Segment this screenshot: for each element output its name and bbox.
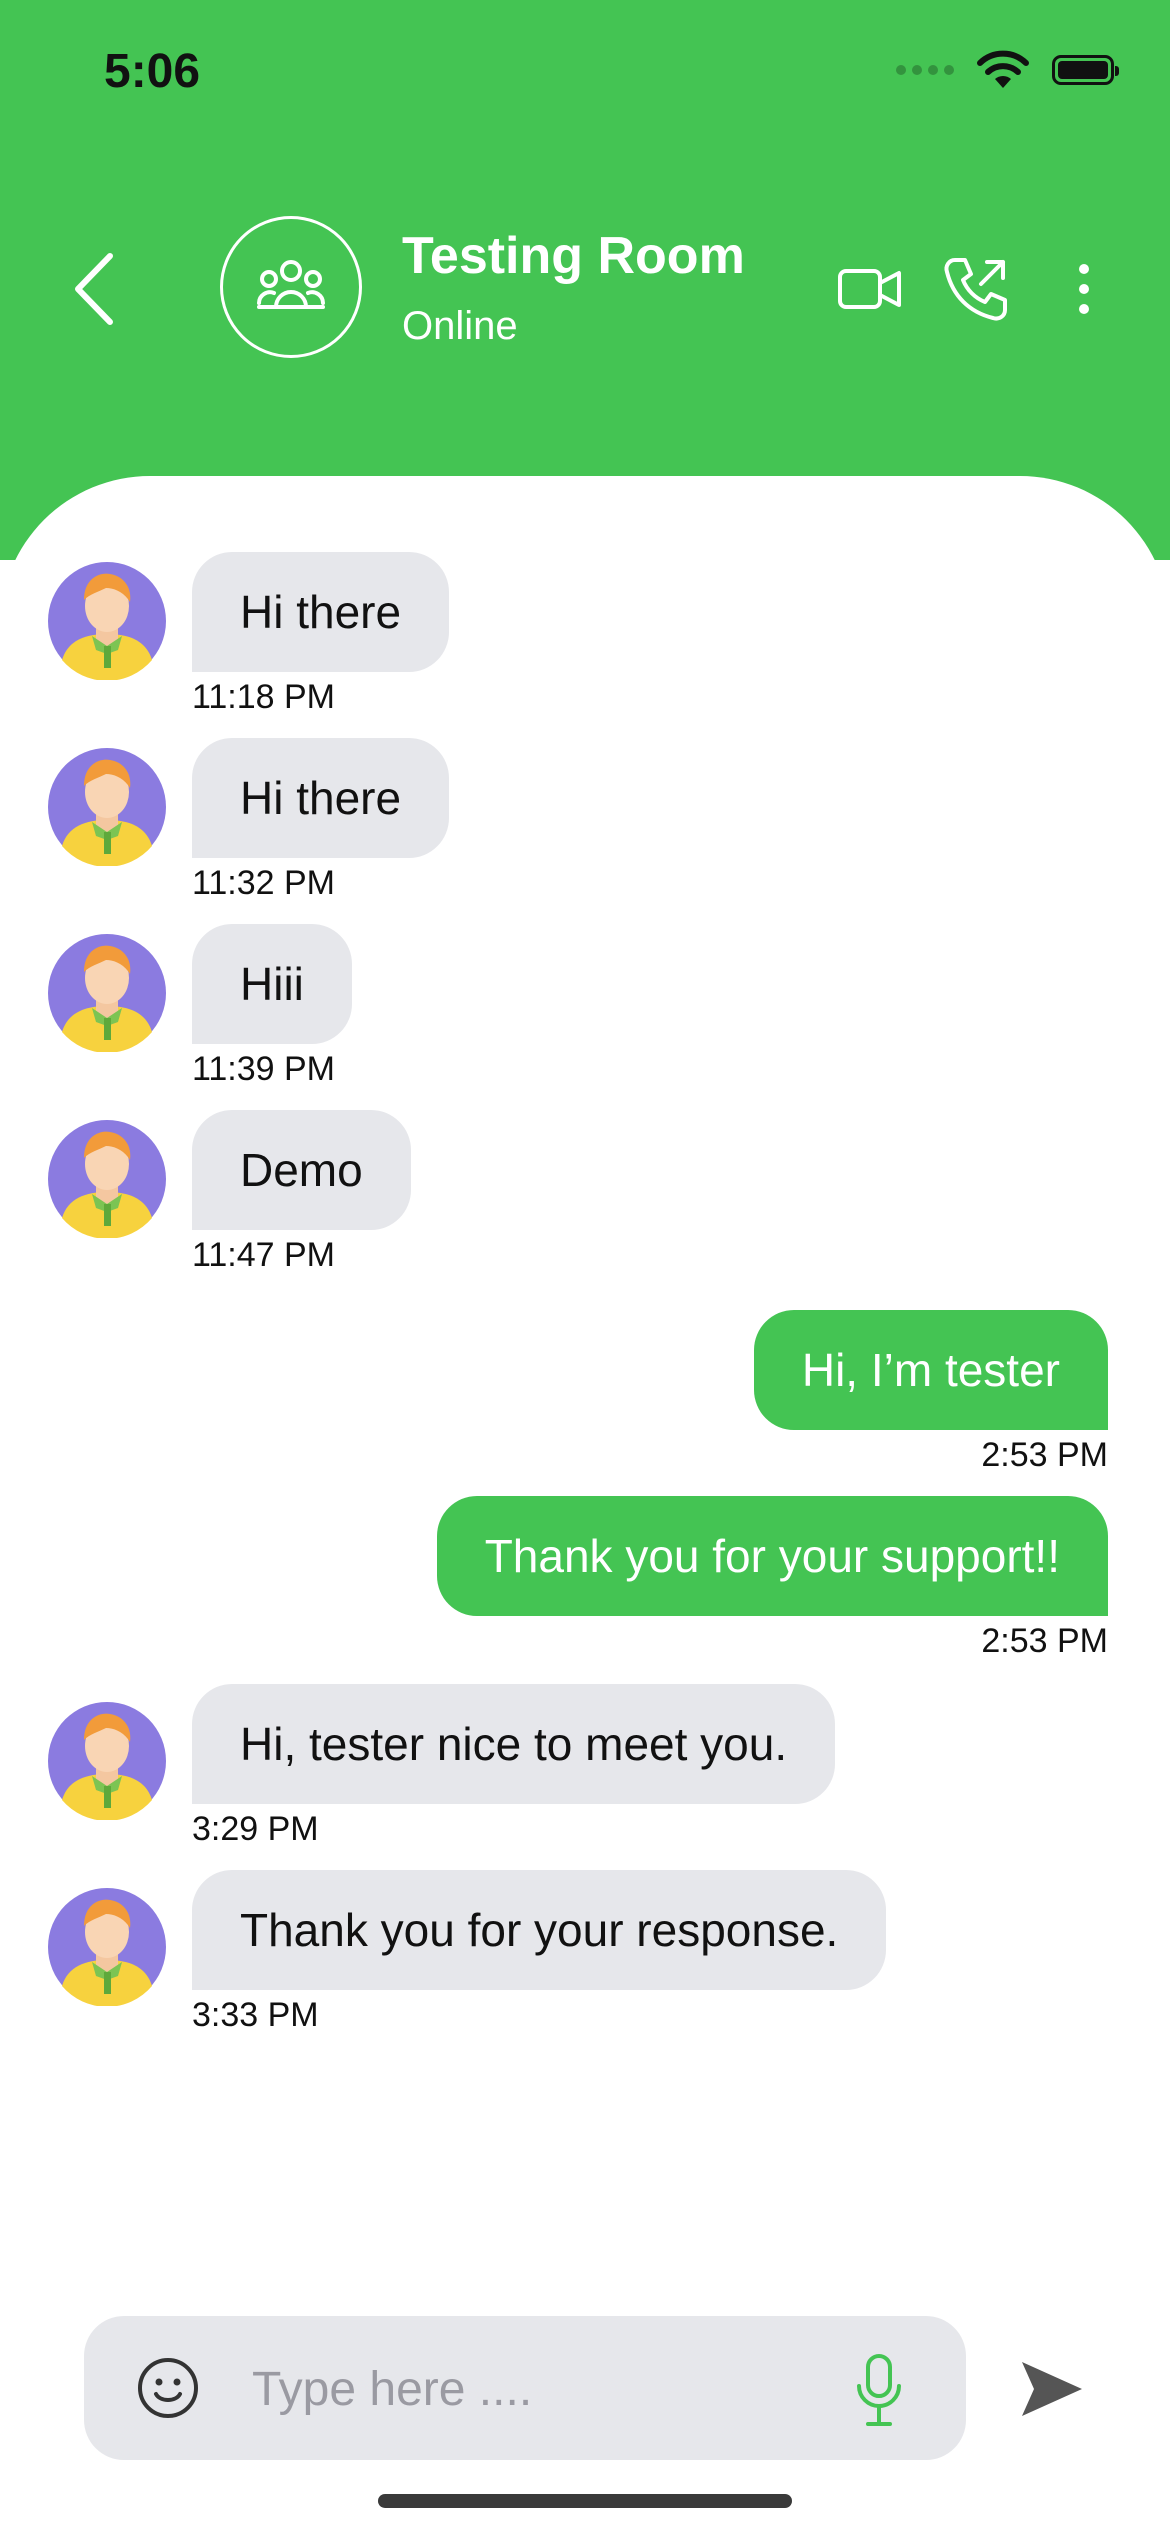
message-time: 2:53 PM: [981, 1622, 1108, 1660]
user-avatar-icon: [48, 1120, 166, 1238]
message-bubble[interactable]: Hi there: [192, 552, 450, 672]
message-input[interactable]: [250, 2346, 874, 2432]
message-bubble[interactable]: Hiii: [192, 924, 352, 1044]
message-bubble[interactable]: Thank you for your support!!: [436, 1496, 1108, 1616]
back-button[interactable]: [64, 244, 124, 334]
wifi-icon: [977, 50, 1029, 88]
chevron-left-icon: [75, 253, 113, 325]
message-bubble[interactable]: Thank you for your response.: [192, 1870, 887, 1990]
battery-icon: [1052, 55, 1119, 85]
microphone-icon[interactable]: [854, 2352, 904, 2428]
message-text: Hi, I’m tester: [801, 1344, 1060, 1396]
message-bubble[interactable]: Demo: [192, 1110, 411, 1230]
user-avatar-icon: [48, 562, 166, 680]
status-time: 5:06: [104, 45, 201, 98]
user-avatar-icon: [48, 1702, 166, 1820]
more-vertical-icon: [1079, 264, 1089, 314]
message-bubble[interactable]: Hi, tester nice to meet you.: [192, 1684, 836, 1804]
message-time: 11:39 PM: [192, 1050, 336, 1088]
message-text: Thank you for your response.: [240, 1904, 839, 1956]
send-icon[interactable]: [1018, 2356, 1084, 2422]
message-bubble[interactable]: Hi, I’m tester: [753, 1310, 1108, 1430]
home-indicator: [378, 2494, 792, 2508]
video-camera-icon: [838, 269, 901, 309]
more-options-button[interactable]: [1064, 254, 1104, 324]
message-text: Hi there: [240, 772, 402, 824]
message-time: 11:18 PM: [192, 678, 336, 716]
user-avatar-icon: [48, 748, 166, 866]
cellular-signal-icon: [896, 65, 954, 75]
video-call-button[interactable]: [836, 254, 904, 324]
status-icons: [896, 50, 1119, 90]
message-composer: [84, 2316, 966, 2460]
message-list[interactable]: Hi there 11:18 PM Hi there 11:32 PM Hiii…: [0, 476, 1170, 2532]
message-text: Hi, tester nice to meet you.: [240, 1718, 788, 1770]
chat-screen: 5:06 Testing Room Online Hi there 11:18 …: [0, 0, 1170, 2532]
voice-call-button[interactable]: [940, 254, 1012, 324]
message-text: Hi there: [240, 586, 402, 638]
message-time: 3:33 PM: [192, 1996, 319, 2034]
message-time: 2:53 PM: [981, 1436, 1108, 1474]
emoji-icon[interactable]: [136, 2356, 200, 2420]
message-time: 11:47 PM: [192, 1236, 336, 1274]
room-title: Testing Room: [402, 227, 745, 285]
message-text: Thank you for your support!!: [484, 1530, 1060, 1582]
user-avatar-icon: [48, 934, 166, 1052]
group-icon: [257, 260, 325, 309]
message-text: Demo: [240, 1144, 363, 1196]
message-text: Hiii: [240, 958, 304, 1010]
room-status: Online: [402, 304, 518, 348]
message-time: 11:32 PM: [192, 864, 336, 902]
room-avatar[interactable]: [220, 216, 362, 358]
phone-outgoing-icon: [944, 258, 1007, 321]
message-time: 3:29 PM: [192, 1810, 319, 1848]
user-avatar-icon: [48, 1888, 166, 2006]
message-bubble[interactable]: Hi there: [192, 738, 450, 858]
